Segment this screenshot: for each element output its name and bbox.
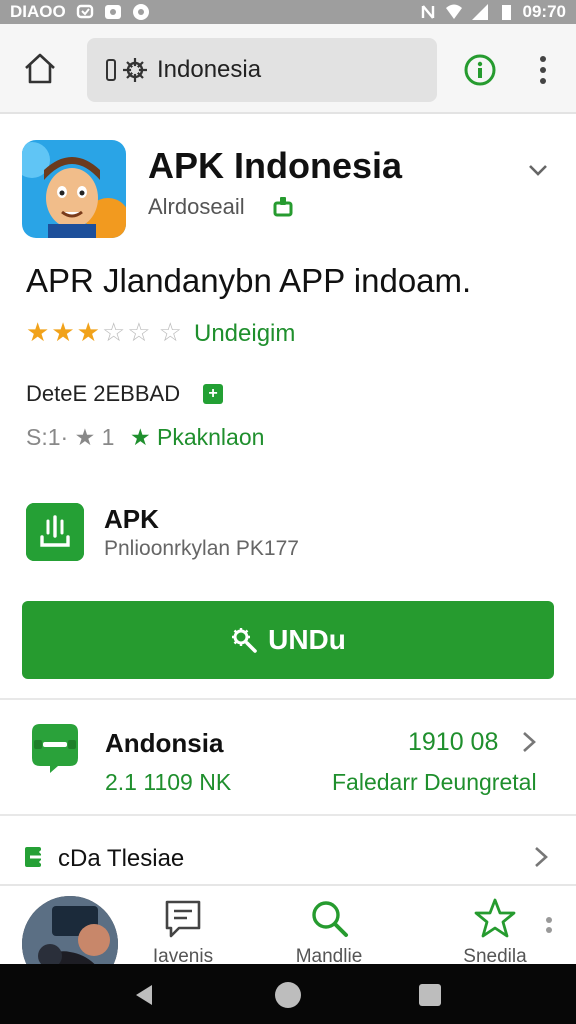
nfc-icon: [421, 5, 434, 19]
row-size: 2.1 1109 NK: [105, 769, 232, 795]
star-filled-icon: ★: [51, 317, 75, 347]
tab-starred[interactable]: Snedila: [440, 896, 550, 968]
apk-title: APK: [104, 504, 159, 534]
chevron-right-icon: [523, 732, 536, 752]
url-text: Indonesia: [157, 56, 262, 83]
lock-icon: [106, 58, 147, 82]
download-button-label: UNDu: [268, 624, 346, 655]
detail-plus-badge[interactable]: +: [203, 384, 223, 404]
developer-name[interactable]: Alrdoseail: [148, 194, 245, 220]
app-title: APK Indonesia: [148, 145, 403, 186]
chevron-right-icon: [535, 847, 548, 867]
apk-subtitle: Pnlioonrkylan PK177: [104, 537, 299, 560]
row-label: cDa Tlesiae: [58, 845, 185, 872]
rating-stars: ★ ★ ★ ☆ ☆ ☆: [26, 318, 182, 346]
recents-icon[interactable]: [419, 984, 441, 1006]
app-icon: [22, 140, 126, 238]
app-character-icon: [22, 140, 126, 238]
row-description: Faledarr Deungretal: [332, 769, 537, 795]
stats-text: S:1· ★ 1: [26, 424, 115, 450]
clock-text: 09:70: [522, 2, 566, 21]
system-nav-bar: [0, 964, 576, 1024]
signal-icon: [471, 4, 488, 20]
circle-notification-icon: [132, 4, 149, 20]
row-number: 1910 08: [408, 728, 499, 756]
search-icon: [312, 901, 348, 937]
message-notification-icon: [76, 4, 93, 19]
star-empty-icon: ☆: [127, 317, 151, 347]
row-title: Andonsia: [105, 728, 224, 758]
chat-bubble-icon: [32, 724, 78, 773]
status-bar: DIAOO 09:70: [0, 0, 576, 24]
download-box-icon: [26, 503, 84, 561]
carrier-text: DIAOO: [10, 2, 66, 21]
gear-search-icon: [232, 628, 257, 653]
message-icon: [165, 900, 201, 938]
export-arrow-icon: [25, 847, 49, 867]
home-icon[interactable]: [22, 51, 58, 87]
star-filled-icon: ★: [26, 317, 50, 347]
more-vert-icon[interactable]: [544, 913, 554, 941]
battery-icon: [501, 5, 511, 20]
star-empty-icon: ☆: [158, 317, 182, 347]
address-bar[interactable]: Indonesia: [87, 38, 437, 102]
star-empty-icon: ☆: [101, 317, 126, 347]
download-button[interactable]: UNDu: [22, 601, 554, 679]
back-icon[interactable]: [132, 983, 156, 1007]
verified-badge-icon: [273, 197, 293, 217]
list-item-details[interactable]: cDa Tlesiae: [0, 816, 576, 884]
app-subtitle: APR Jlandanybn APP indoam.: [26, 262, 472, 299]
wifi-icon: [445, 4, 462, 19]
tab-search[interactable]: Mandlie: [274, 896, 384, 968]
tab-messages[interactable]: Iavenis: [128, 896, 238, 968]
home-nav-icon[interactable]: [275, 982, 301, 1008]
more-vert-icon[interactable]: [533, 52, 553, 88]
star-filled-icon: ★: [76, 317, 100, 347]
bottom-tab-bar: Iavenis Mandlie Snedila: [0, 884, 576, 992]
star-icon: [474, 898, 516, 938]
browser-toolbar: Indonesia: [0, 24, 576, 114]
rating-label[interactable]: Undeigim: [194, 320, 295, 348]
detail-label: DeteE 2EBBAD: [26, 381, 181, 406]
list-item-app-info[interactable]: Andonsia 2.1 1109 NK 1910 08 Faledarr De…: [0, 700, 576, 814]
chevron-down-icon[interactable]: [526, 158, 550, 182]
photo-notification-icon: [104, 5, 121, 19]
stats-highlight: ★ Pkaknlaon: [130, 424, 265, 450]
info-icon[interactable]: [463, 53, 497, 87]
